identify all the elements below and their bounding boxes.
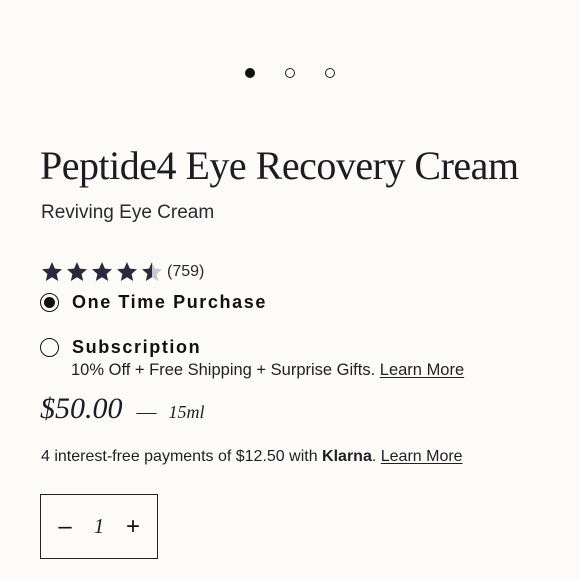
product-subtitle: Reviving Eye Cream <box>41 202 215 223</box>
subscription-label: Subscription <box>72 337 202 357</box>
radio-unselected-icon[interactable] <box>40 338 59 357</box>
klarna-text: 4 interest-free payments of $12.50 with <box>41 448 323 465</box>
one-time-purchase-label: One Time Purchase <box>72 292 267 312</box>
carousel-dot-3[interactable] <box>325 68 335 78</box>
increase-quantity-button[interactable]: + <box>121 514 145 539</box>
subscription-description: 10% Off + Free Shipping + Surprise Gifts… <box>71 361 464 380</box>
product-title: Peptide4 Eye Recovery Cream <box>40 143 519 188</box>
star-icon <box>117 262 137 281</box>
product-rating[interactable]: (759) <box>40 260 204 284</box>
star-icon <box>67 262 87 281</box>
price: $50.00 <box>40 392 123 425</box>
carousel-dot-2[interactable] <box>285 68 295 78</box>
klarna-installments: 4 interest-free payments of $12.50 with … <box>41 448 463 466</box>
rating-stars <box>40 260 164 284</box>
product-size: 15ml <box>168 402 205 422</box>
klarna-suffix: . <box>371 448 377 465</box>
subscription-benefits: 10% Off + Free Shipping + Surprise Gifts… <box>71 361 376 379</box>
star-icon <box>42 262 62 281</box>
price-separator: — <box>136 401 157 423</box>
decrease-quantity-button[interactable]: – <box>53 514 77 539</box>
star-icon <box>92 262 112 281</box>
subscription-learn-more-link[interactable]: Learn More <box>380 361 464 379</box>
price-row: $50.00 — 15ml <box>40 392 205 426</box>
carousel-dot-1[interactable] <box>245 68 255 78</box>
quantity-value[interactable]: 1 <box>94 514 105 539</box>
radio-selected-icon[interactable] <box>40 293 59 312</box>
klarna-logo: Klarna <box>322 448 372 465</box>
quantity-stepper: – 1 + <box>40 494 158 559</box>
subscription-option[interactable]: Subscription <box>40 337 201 358</box>
carousel-pagination <box>0 68 580 78</box>
half-star-icon <box>142 262 162 281</box>
review-count[interactable]: (759) <box>167 263 204 281</box>
one-time-purchase-option[interactable]: One Time Purchase <box>40 292 267 313</box>
klarna-learn-more-link[interactable]: Learn More <box>381 448 463 465</box>
